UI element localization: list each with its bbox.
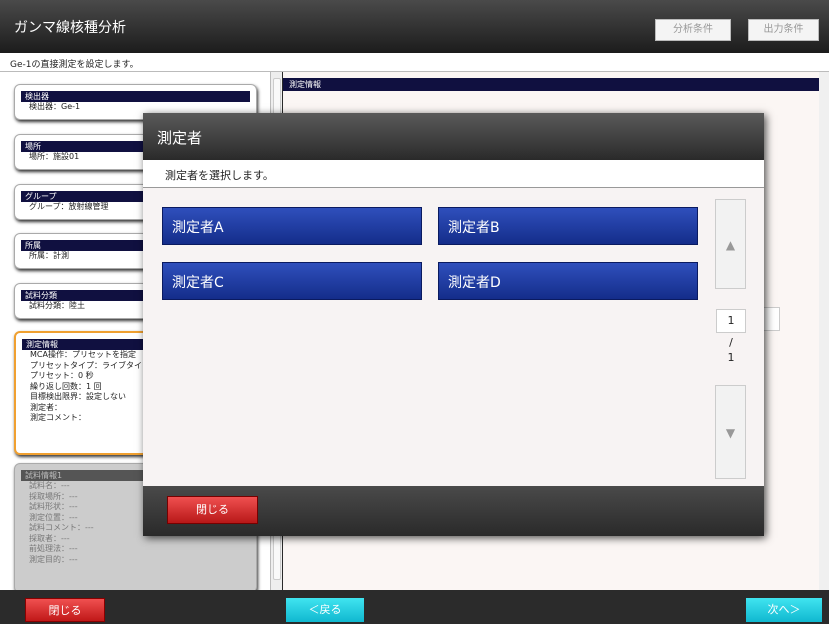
triangle-down-icon: ▼ [725, 426, 736, 440]
triangle-up-icon: ▲ [725, 238, 736, 252]
dialog-footer: 閉じる [143, 486, 764, 536]
total-pages: 1 [727, 351, 735, 364]
current-page: 1 [716, 309, 746, 333]
dialog-title: 測定者 [143, 113, 764, 160]
dialog-subtitle: 測定者を選択します。 [143, 160, 764, 188]
operator-b-button[interactable]: 測定者B [438, 207, 698, 245]
operator-a-button[interactable]: 測定者A [162, 207, 422, 245]
operator-select-dialog: 測定者 測定者を選択します。 測定者A 測定者B 測定者C 測定者D ▲ 1 /… [143, 113, 764, 536]
operator-c-button[interactable]: 測定者C [162, 262, 422, 300]
page-down-button[interactable]: ▼ [715, 385, 746, 479]
page-separator: / [729, 336, 733, 349]
page-up-button[interactable]: ▲ [715, 199, 746, 289]
dialog-close-button[interactable]: 閉じる [167, 496, 258, 524]
operator-d-button[interactable]: 測定者D [438, 262, 698, 300]
modal-overlay: 測定者 測定者を選択します。 測定者A 測定者B 測定者C 測定者D ▲ 1 /… [0, 0, 829, 624]
